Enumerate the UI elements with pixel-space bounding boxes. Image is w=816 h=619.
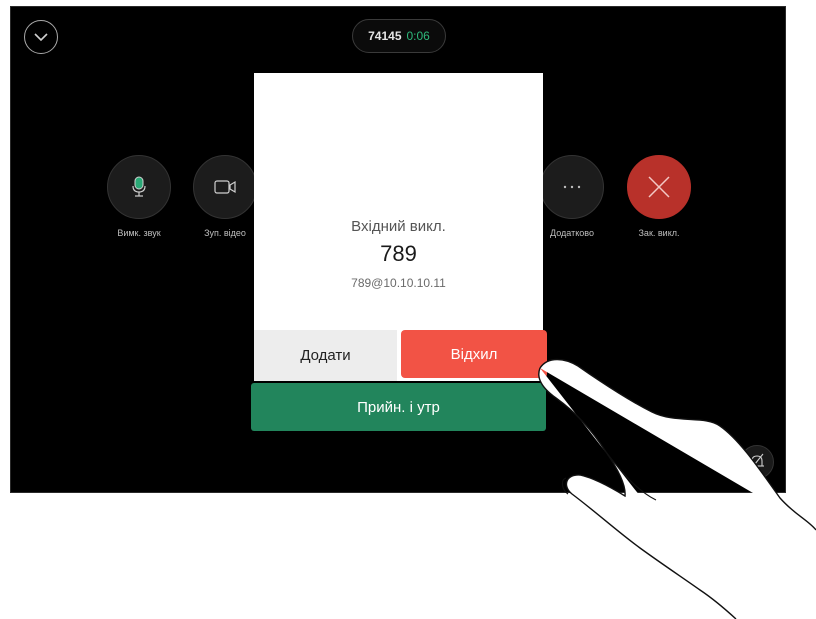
incoming-call-title: Вхідний викл.: [351, 218, 446, 235]
mute-control[interactable]: Вимк. звук: [104, 155, 174, 238]
close-x-icon: [648, 176, 670, 198]
bell-slash-icon: [750, 453, 764, 470]
more-label: Додатково: [550, 228, 594, 238]
stop-video-button[interactable]: [193, 155, 257, 219]
collapse-button[interactable]: [24, 20, 58, 54]
call-number: 74145: [368, 29, 402, 43]
decline-button[interactable]: Відхил: [401, 330, 547, 378]
end-call-control[interactable]: Зак. викл.: [624, 155, 694, 238]
silence-ringer-button[interactable]: [740, 445, 774, 479]
video-control[interactable]: Зуп. відео: [190, 155, 260, 238]
chevron-down-icon: [34, 33, 48, 42]
more-control[interactable]: Додатково: [537, 155, 607, 238]
call-status-pill[interactable]: 74145 0:06: [352, 19, 446, 53]
add-button[interactable]: Додати: [254, 330, 397, 381]
mute-label: Вимк. звук: [117, 228, 161, 238]
video-camera-icon: [214, 180, 236, 194]
accept-and-hold-button[interactable]: Прийн. і утр: [251, 383, 546, 431]
microphone-icon: [132, 176, 146, 197]
end-call-button[interactable]: [627, 155, 691, 219]
call-timer: 0:06: [406, 29, 430, 43]
more-dots-icon: [563, 185, 581, 189]
caller-address: 789@10.10.10.11: [351, 276, 446, 290]
video-label: Зуп. відео: [204, 228, 246, 238]
mute-button[interactable]: [107, 155, 171, 219]
end-call-label: Зак. викл.: [638, 228, 680, 238]
more-button[interactable]: [540, 155, 604, 219]
caller-name: 789: [380, 241, 417, 266]
